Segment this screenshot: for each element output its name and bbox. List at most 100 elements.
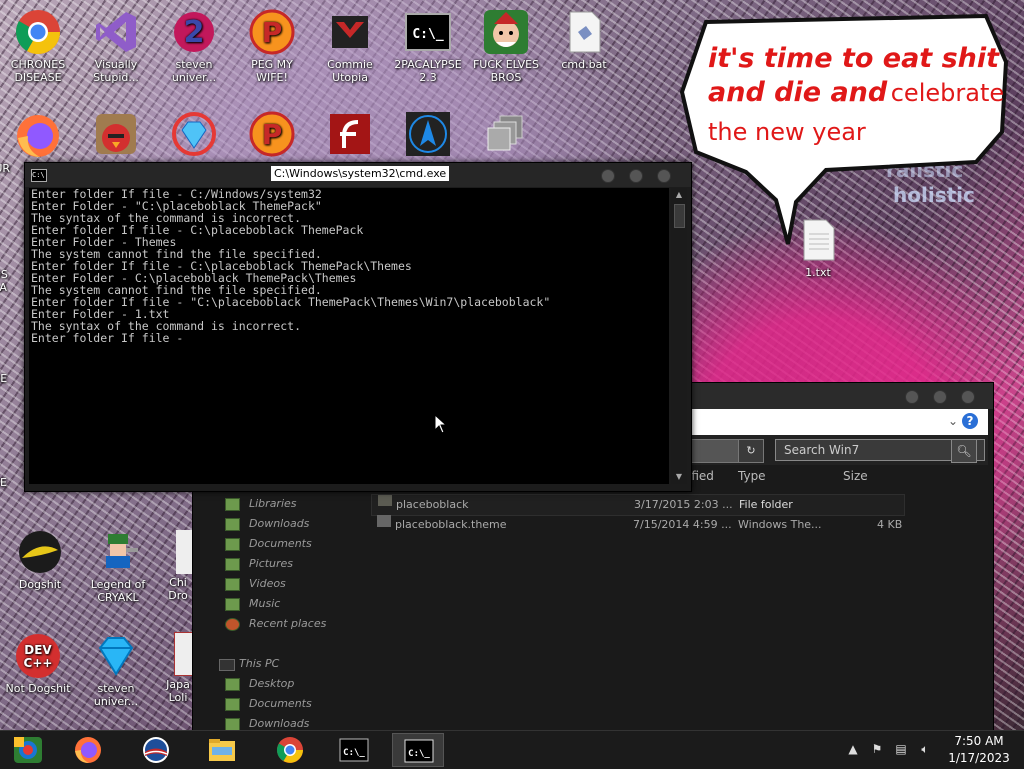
desktop-icon-dark-app[interactable] bbox=[390, 110, 466, 160]
bubble-line-2-rest: celebrate bbox=[890, 79, 1005, 107]
taskbar-clock[interactable]: 7:50 AM 1/17/2023 bbox=[940, 733, 1018, 767]
desktop-icon-visual-studio[interactable]: Visually Stupid... bbox=[78, 8, 154, 84]
desktop-icon-angry-birds[interactable] bbox=[78, 110, 154, 160]
close-button[interactable] bbox=[961, 390, 975, 404]
desktop-icon-peg-my-wife[interactable]: P PEG MY WIFE! bbox=[234, 8, 310, 84]
flash-icon bbox=[326, 110, 374, 158]
desktop-icon-se-partial[interactable]: SE bbox=[0, 476, 20, 489]
chevron-down-icon[interactable]: ⌄ bbox=[948, 414, 958, 428]
mouse-cursor-icon bbox=[434, 414, 446, 434]
file-type: Windows The... bbox=[738, 518, 822, 531]
recent-places-icon bbox=[225, 618, 240, 631]
cmd-icon: C:\_ bbox=[404, 739, 434, 763]
desktop-icon-windows-stack[interactable] bbox=[468, 110, 544, 160]
window-title: C:\Windows\system32\cmd.exe bbox=[271, 166, 450, 181]
console-output[interactable]: Enter folder If file - C:/Windows/system… bbox=[29, 188, 669, 484]
file-row[interactable]: placeboblack.theme 7/15/2014 4:59 ... Wi… bbox=[371, 515, 903, 535]
address-bar[interactable]: ⌄ ? bbox=[688, 409, 988, 435]
column-headers: ified Type Size bbox=[688, 467, 988, 487]
taskbar-app-chrome[interactable] bbox=[264, 733, 316, 767]
desktop-icon-chrones-disease[interactable]: CHRONES DISEASE bbox=[0, 8, 76, 84]
search-icon[interactable]: 🔍︎ bbox=[951, 439, 977, 463]
minimize-button[interactable] bbox=[601, 169, 615, 183]
scroll-thumb[interactable] bbox=[674, 204, 685, 228]
taskbar-app-color[interactable] bbox=[2, 733, 54, 767]
batch-file-icon bbox=[560, 8, 608, 56]
desktop-icon-peggle-2[interactable]: P bbox=[234, 110, 310, 160]
dev-cpp-icon: DEV C++ bbox=[14, 632, 62, 680]
desktop-icon-firefox[interactable] bbox=[0, 112, 76, 162]
file-row[interactable]: placeboblack 3/17/2015 2:03 ... File fol… bbox=[371, 494, 905, 516]
desktop-icon-be-partial[interactable]: BE bbox=[0, 372, 20, 385]
desktop-icon-label: DISEASE bbox=[14, 71, 62, 84]
desktop-icon-gem[interactable] bbox=[156, 110, 232, 160]
bubble-line-1: it's time to eat shit bbox=[708, 43, 1000, 74]
desktop-icon-commie-utopia[interactable]: Commie Utopia bbox=[312, 8, 388, 84]
desktop-icon-not-dogshit[interactable]: DEV C++ Not Dogshit bbox=[0, 632, 76, 695]
angry-birds-icon bbox=[92, 110, 140, 158]
scroll-up-arrow-icon[interactable]: ▲ bbox=[671, 188, 687, 202]
folder-icon bbox=[378, 495, 392, 506]
column-header-size[interactable]: Size bbox=[843, 469, 868, 483]
help-icon[interactable]: ? bbox=[962, 413, 978, 429]
desktop-icon-os-partial[interactable]: OS LA bbox=[0, 268, 20, 294]
maximize-button[interactable] bbox=[629, 169, 643, 183]
cmd-titlebar[interactable]: C:\ C:\Windows\system32\cmd.exe bbox=[25, 163, 691, 187]
svg-text:DEV: DEV bbox=[24, 643, 52, 657]
desktop-icon-legend-of-cryakl[interactable]: Legend of CRYAKL bbox=[80, 528, 156, 604]
desktop-icon-flash[interactable] bbox=[312, 110, 388, 160]
library-icon bbox=[225, 498, 240, 511]
volume-icon[interactable]: 🔈︎ bbox=[918, 742, 932, 756]
navigation-pane: Libraries Downloads Documents Pictures V… bbox=[193, 487, 371, 731]
desktop-icon-label: Dogshit bbox=[18, 578, 62, 591]
taskbar-app-cmd-active[interactable]: C:\_ bbox=[392, 733, 444, 767]
close-button[interactable] bbox=[657, 169, 671, 183]
desktop-folder-icon bbox=[225, 678, 240, 691]
desktop-icon-2pacalypse[interactable]: C:\_ 2PACALYPSE 2.3 bbox=[390, 8, 466, 84]
scroll-down-arrow-icon[interactable]: ▼ bbox=[671, 470, 687, 484]
taskbar-app-file-explorer[interactable] bbox=[196, 733, 248, 767]
desktop-icon-label: steven bbox=[97, 682, 135, 695]
taskbar: C:\_ C:\_ ▲ ⚑ ▤ 🔈︎ 7:50 AM 1/17/2023 bbox=[0, 730, 1024, 769]
desktop-icon-steven-universe-2[interactable]: steven univer... bbox=[78, 632, 154, 708]
vertical-scrollbar[interactable]: ▲ ▼ bbox=[671, 188, 687, 484]
desktop-icon-label: Commie bbox=[327, 58, 373, 71]
file-size: 4 KB bbox=[877, 518, 903, 531]
desktop-icon-cmd-bat[interactable]: cmd.bat bbox=[546, 8, 622, 71]
taskbar-app-firefox[interactable] bbox=[62, 733, 114, 767]
elf-game-icon bbox=[482, 8, 530, 56]
desktop-icon-label: BE bbox=[0, 372, 8, 385]
colorful-app-icon bbox=[14, 737, 42, 763]
desktop-icon-label: CRYAKL bbox=[97, 591, 139, 604]
bubble-line-3: the new year bbox=[708, 118, 866, 146]
desktop-icon-label: 1.txt bbox=[805, 266, 831, 279]
show-hidden-icons-chevron-icon[interactable]: ▲ bbox=[846, 742, 860, 756]
pictures-icon bbox=[225, 558, 240, 571]
peggle-icon: P bbox=[248, 110, 296, 158]
minimize-button[interactable] bbox=[905, 390, 919, 404]
desktop-icon-dogshit[interactable]: Dogshit bbox=[2, 528, 78, 591]
network-icon[interactable]: ▤ bbox=[894, 742, 908, 756]
desktop-icon-label: 2PACALYPSE bbox=[394, 58, 462, 71]
commie-utopia-icon bbox=[326, 8, 374, 56]
maximize-button[interactable] bbox=[933, 390, 947, 404]
desktop-icon-fur-label[interactable]: FUR bbox=[0, 162, 18, 175]
desktop-icon-label: cmd.bat bbox=[561, 58, 607, 71]
documents-icon bbox=[225, 538, 240, 551]
column-header-type[interactable]: Type bbox=[738, 469, 766, 483]
desktop-icon-label: LA bbox=[0, 281, 7, 294]
desktop-icon-label: 2.3 bbox=[419, 71, 437, 84]
svg-text:P: P bbox=[262, 16, 283, 49]
desktop-icon-1-txt[interactable]: 1.txt bbox=[780, 216, 856, 279]
svg-text:C++: C++ bbox=[24, 656, 53, 670]
refresh-icon[interactable]: ↻ bbox=[738, 439, 764, 463]
chrome-icon bbox=[14, 8, 62, 56]
taskbar-app-obama[interactable] bbox=[130, 733, 182, 767]
taskbar-app-cmd[interactable]: C:\_ bbox=[328, 733, 380, 767]
desktop-icon-fuck-elves-bros[interactable]: FUCK ELVES BROS bbox=[468, 8, 544, 84]
cmd-window[interactable]: C:\ C:\Windows\system32\cmd.exe Enter fo… bbox=[24, 162, 692, 492]
window-stack-icon bbox=[482, 110, 530, 158]
desktop-icon-steven-universe[interactable]: 2 steven univer... bbox=[156, 8, 232, 84]
action-center-flag-icon[interactable]: ⚑ bbox=[870, 742, 884, 756]
desktop-icon-label: FUR bbox=[0, 162, 11, 175]
